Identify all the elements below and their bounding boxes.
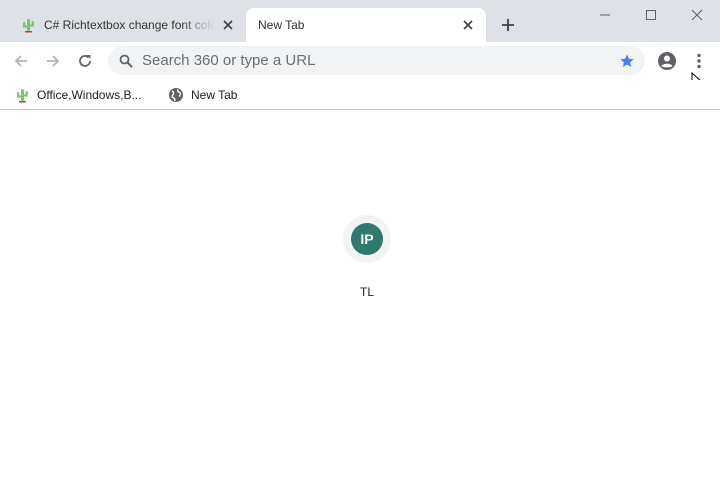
shortcut-avatar: IP	[351, 223, 383, 255]
plus-icon	[502, 19, 514, 31]
tab-title: C# Richtextbox change font color	[44, 18, 214, 32]
minimize-icon	[600, 14, 610, 16]
cactus-icon	[20, 17, 36, 33]
new-tab-button[interactable]	[496, 13, 520, 37]
title-bar: C# Richtextbox change font color New Tab	[0, 0, 720, 42]
cactus-icon	[14, 87, 30, 103]
omnibox[interactable]	[108, 46, 645, 75]
maximize-icon	[646, 10, 656, 20]
menu-button[interactable]	[686, 48, 712, 74]
shortcut-tile[interactable]: IP TL	[322, 215, 412, 311]
shortcut-label: TL	[359, 285, 374, 299]
forward-button[interactable]	[40, 48, 66, 74]
close-icon[interactable]	[220, 17, 236, 33]
minimize-button[interactable]	[582, 0, 628, 30]
reload-icon	[79, 55, 91, 67]
bookmark-label: Office,Windows,B...	[37, 88, 142, 102]
close-icon	[691, 9, 703, 21]
toolbar	[0, 42, 720, 80]
tab-richtextbox[interactable]: C# Richtextbox change font color	[8, 8, 246, 42]
tab-title: New Tab	[258, 18, 305, 32]
new-tab-page: IP TL	[0, 111, 720, 480]
back-button[interactable]	[8, 48, 34, 74]
shortcut-icon-ring: IP	[343, 215, 391, 263]
arrow-left-icon	[14, 55, 27, 67]
bookmarks-bar: Office,Windows,B... New Tab	[0, 80, 720, 110]
arrow-right-icon	[47, 55, 60, 67]
tab-new-tab[interactable]: New Tab	[246, 8, 486, 42]
reload-button[interactable]	[72, 48, 98, 74]
search-icon	[118, 53, 134, 69]
bookmark-label: New Tab	[191, 88, 238, 102]
profile-button[interactable]	[654, 48, 680, 74]
globe-icon	[168, 87, 184, 103]
address-input[interactable]	[134, 46, 617, 75]
window-close-button[interactable]	[674, 0, 720, 30]
maximize-button[interactable]	[628, 0, 674, 30]
bookmark-office-windows[interactable]: Office,Windows,B...	[10, 83, 145, 107]
account-circle-icon	[658, 52, 676, 70]
close-icon[interactable]	[460, 17, 476, 33]
more-vert-icon	[697, 53, 701, 69]
bookmark-new-tab[interactable]: New Tab	[164, 83, 241, 107]
star-icon[interactable]	[617, 51, 637, 71]
